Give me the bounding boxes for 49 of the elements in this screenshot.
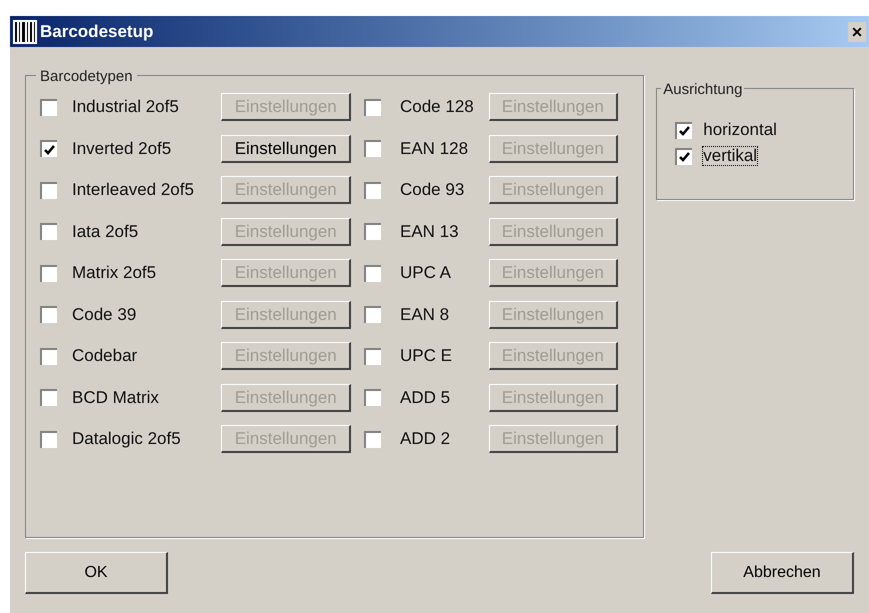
checkbox[interactable]: [364, 140, 381, 157]
checkbox[interactable]: [40, 264, 57, 282]
checkbox[interactable]: [40, 140, 57, 157]
checkbox[interactable]: [40, 223, 57, 240]
checkbox[interactable]: [675, 148, 692, 164]
dialog-button[interactable]: OK: [25, 552, 168, 594]
checkmark-icon: [679, 152, 690, 162]
checkbox-label[interactable]: Interleaved 2of5: [72, 177, 222, 203]
checkbox-label[interactable]: ADD 5: [400, 384, 489, 410]
checkbox[interactable]: [40, 98, 57, 116]
checkbox-label[interactable]: EAN 128: [400, 136, 489, 162]
checkbox-label[interactable]: EAN 13: [400, 218, 489, 244]
checkbox[interactable]: [675, 122, 692, 138]
checkmark-icon: [44, 144, 55, 154]
checkbox-label[interactable]: vertikal: [702, 146, 758, 166]
window-title: Barcodesetup: [40, 20, 154, 43]
checkbox[interactable]: [364, 306, 381, 323]
checkbox[interactable]: [40, 306, 57, 323]
checkbox-label[interactable]: UPC A: [400, 260, 489, 286]
checkbox-label[interactable]: Code 39: [72, 302, 222, 328]
barcode-icon: [13, 20, 37, 44]
checkbox[interactable]: [40, 389, 57, 406]
checkbox[interactable]: [364, 389, 381, 406]
checkbox-label[interactable]: Codebar: [72, 343, 222, 369]
checkbox-label[interactable]: Datalogic 2of5: [72, 426, 222, 452]
checkbox[interactable]: [364, 182, 381, 198]
checkbox-label[interactable]: EAN 8: [400, 302, 489, 328]
checkbox-label[interactable]: Code 128: [400, 94, 489, 120]
checkbox[interactable]: [364, 430, 381, 448]
checkmark-icon: [679, 126, 690, 136]
checkbox[interactable]: [40, 182, 57, 198]
checkbox[interactable]: [40, 348, 57, 364]
checkbox-label[interactable]: Code 93: [400, 177, 489, 203]
checkbox-label[interactable]: Inverted 2of5: [72, 136, 222, 162]
checkbox-label[interactable]: BCD Matrix: [72, 384, 222, 410]
checkbox-label[interactable]: horizontal: [702, 120, 778, 140]
close-button[interactable]: ×: [848, 22, 866, 42]
checkbox-label[interactable]: Matrix 2of5: [72, 260, 222, 286]
checkbox[interactable]: [364, 98, 381, 116]
checkbox[interactable]: [364, 348, 381, 364]
checkbox[interactable]: [40, 430, 57, 448]
checkbox-label[interactable]: ADD 2: [400, 426, 489, 452]
checkbox[interactable]: [364, 223, 381, 240]
settings-button[interactable]: Einstellungen: [221, 134, 351, 162]
dialog-button[interactable]: Abbrechen: [711, 552, 854, 594]
checkbox-label[interactable]: Industrial 2of5: [72, 94, 222, 120]
checkbox-label[interactable]: UPC E: [400, 343, 489, 369]
checkbox-label[interactable]: Iata 2of5: [72, 218, 222, 244]
checkbox[interactable]: [364, 264, 381, 282]
